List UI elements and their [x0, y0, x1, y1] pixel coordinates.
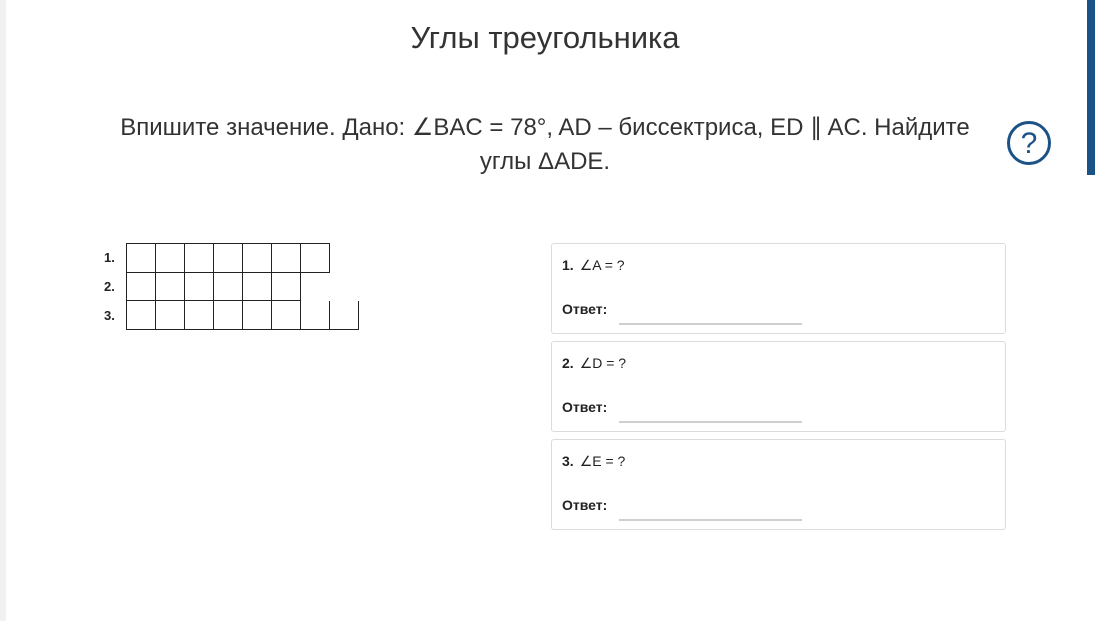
grid-row: 3.: [104, 301, 359, 330]
grid-cell: [272, 301, 301, 330]
question-card: 3. ∠E = ? Ответ:: [551, 439, 1006, 530]
help-icon: ?: [1020, 126, 1038, 160]
question-prompt: ∠A = ?: [579, 257, 625, 273]
question-number: 2.: [562, 355, 574, 371]
left-edge-strip: [0, 0, 6, 621]
grid-row-number: 3.: [104, 308, 115, 323]
question-list: 1. ∠A = ? Ответ: 2. ∠D = ? Ответ: 3. ∠E = ?…: [551, 243, 1006, 537]
question-number: 1.: [562, 257, 574, 273]
answer-label: Ответ:: [562, 497, 608, 513]
grid-cell: [301, 301, 330, 330]
grid-cell: [243, 272, 272, 301]
question-card: 2. ∠D = ? Ответ:: [551, 341, 1006, 432]
question-text: 2. ∠D = ?: [562, 355, 626, 372]
grid-cell: [127, 301, 156, 330]
answer-grid: 1. 2. 3.: [104, 242, 359, 330]
grid-cell: [185, 272, 214, 301]
grid-cell: [156, 242, 185, 273]
answer-label: Ответ:: [562, 301, 608, 317]
question-prompt: ∠D = ?: [579, 355, 627, 371]
grid-cell: [214, 301, 243, 330]
grid-cell: [185, 242, 214, 273]
grid-cell: [243, 301, 272, 330]
grid-cell: [330, 301, 359, 330]
help-button[interactable]: ?: [1007, 121, 1051, 165]
page-title: Углы треугольника: [410, 20, 680, 55]
grid-cell: [127, 272, 156, 301]
grid-row-number: 2.: [104, 279, 115, 294]
answer-input[interactable]: [619, 495, 802, 521]
answer-label: Ответ:: [562, 399, 608, 415]
grid-row: 1.: [104, 242, 359, 273]
grid-cells: [126, 301, 359, 330]
question-text: 1. ∠A = ?: [562, 257, 625, 274]
question-number: 3.: [562, 453, 574, 469]
grid-cell: [185, 301, 214, 330]
grid-cell: [243, 242, 272, 273]
grid-cell: [301, 242, 330, 273]
question-prompt: ∠E = ?: [579, 453, 626, 469]
grid-row-number: 1.: [104, 250, 115, 265]
grid-row: 2.: [104, 272, 359, 301]
grid-cell: [156, 301, 185, 330]
grid-cell: [272, 272, 301, 301]
question-text: 3. ∠E = ?: [562, 453, 625, 470]
grid-cell: [214, 272, 243, 301]
grid-cell: [127, 242, 156, 273]
task-text: Впишите значение. Дано: ∠BAC = 78°, AD –…: [120, 114, 970, 175]
grid-cell: [272, 242, 301, 273]
answer-input[interactable]: [619, 299, 802, 325]
grid-cells: [126, 242, 330, 273]
grid-cell: [156, 272, 185, 301]
grid-cells: [126, 272, 301, 301]
answer-input[interactable]: [619, 397, 802, 423]
grid-cell: [214, 242, 243, 273]
question-card: 1. ∠A = ? Ответ:: [551, 243, 1006, 334]
